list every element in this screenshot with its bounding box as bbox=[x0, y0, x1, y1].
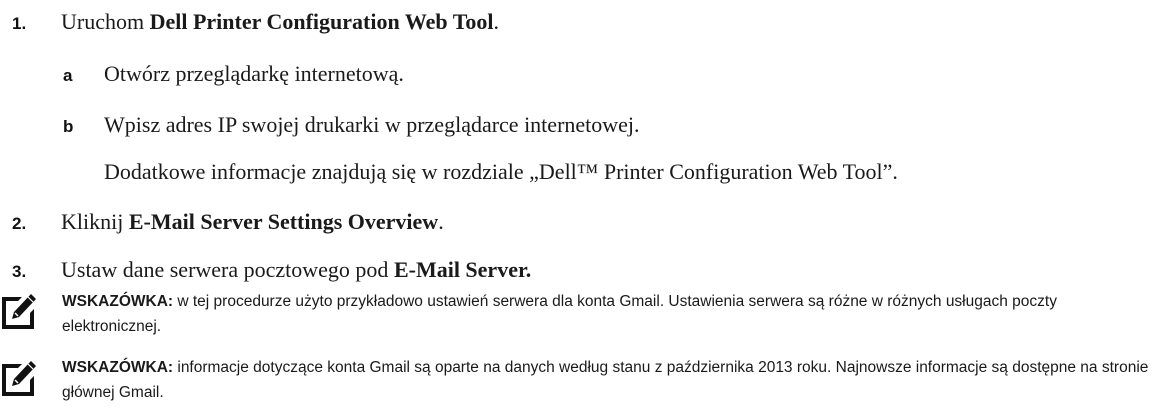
note-2: WSKAZÓWKA: informacje dotyczące konta Gm… bbox=[62, 355, 1152, 405]
note-1-label: WSKAZÓWKA: bbox=[62, 293, 174, 310]
substep-letter-b: b bbox=[63, 117, 74, 136]
note-1: WSKAZÓWKA: w tej procedurze użyto przykł… bbox=[62, 289, 1152, 339]
note-2-label: WSKAZÓWKA: bbox=[62, 359, 174, 376]
step-number-1: 1. bbox=[12, 14, 27, 33]
pencil-note-icon bbox=[0, 358, 36, 398]
step-number-2: 2. bbox=[12, 214, 27, 233]
step-3-text: Ustaw dane serwera pocztowego pod E-Mail… bbox=[61, 257, 531, 283]
substep-letter-a: a bbox=[63, 66, 73, 85]
note-2-text: informacje dotyczące konta Gmail są opar… bbox=[62, 359, 1149, 401]
step-number-3: 3. bbox=[12, 262, 27, 281]
step-3-prefix: Ustaw dane serwera pocztowego pod bbox=[61, 257, 394, 282]
step-2-text: Kliknij E-Mail Server Settings Overview. bbox=[61, 209, 444, 235]
substep-b-text: Wpisz adres IP swojej drukarki w przeglą… bbox=[104, 112, 640, 137]
step-1-text: Uruchom Dell Printer Configuration Web T… bbox=[61, 9, 499, 35]
step-1-suffix: . bbox=[493, 9, 499, 34]
step-2-bold: E-Mail Server Settings Overview bbox=[128, 209, 439, 234]
step-1-bold: Dell Printer Configuration Web Tool bbox=[149, 9, 494, 34]
substep-a-text: Otwórz przeglądarkę internetową. bbox=[104, 61, 404, 86]
substep-b-continuation: Dodatkowe informacje znajdują się w rozd… bbox=[104, 159, 898, 184]
step-1-prefix: Uruchom bbox=[61, 9, 150, 34]
pencil-note-icon bbox=[0, 291, 36, 331]
note-1-text: w tej procedurze użyto przykładowo ustaw… bbox=[62, 293, 1057, 335]
step-2-suffix: . bbox=[438, 209, 444, 234]
step-3-bold: E-Mail Server. bbox=[393, 257, 532, 282]
step-2-prefix: Kliknij bbox=[61, 209, 129, 234]
